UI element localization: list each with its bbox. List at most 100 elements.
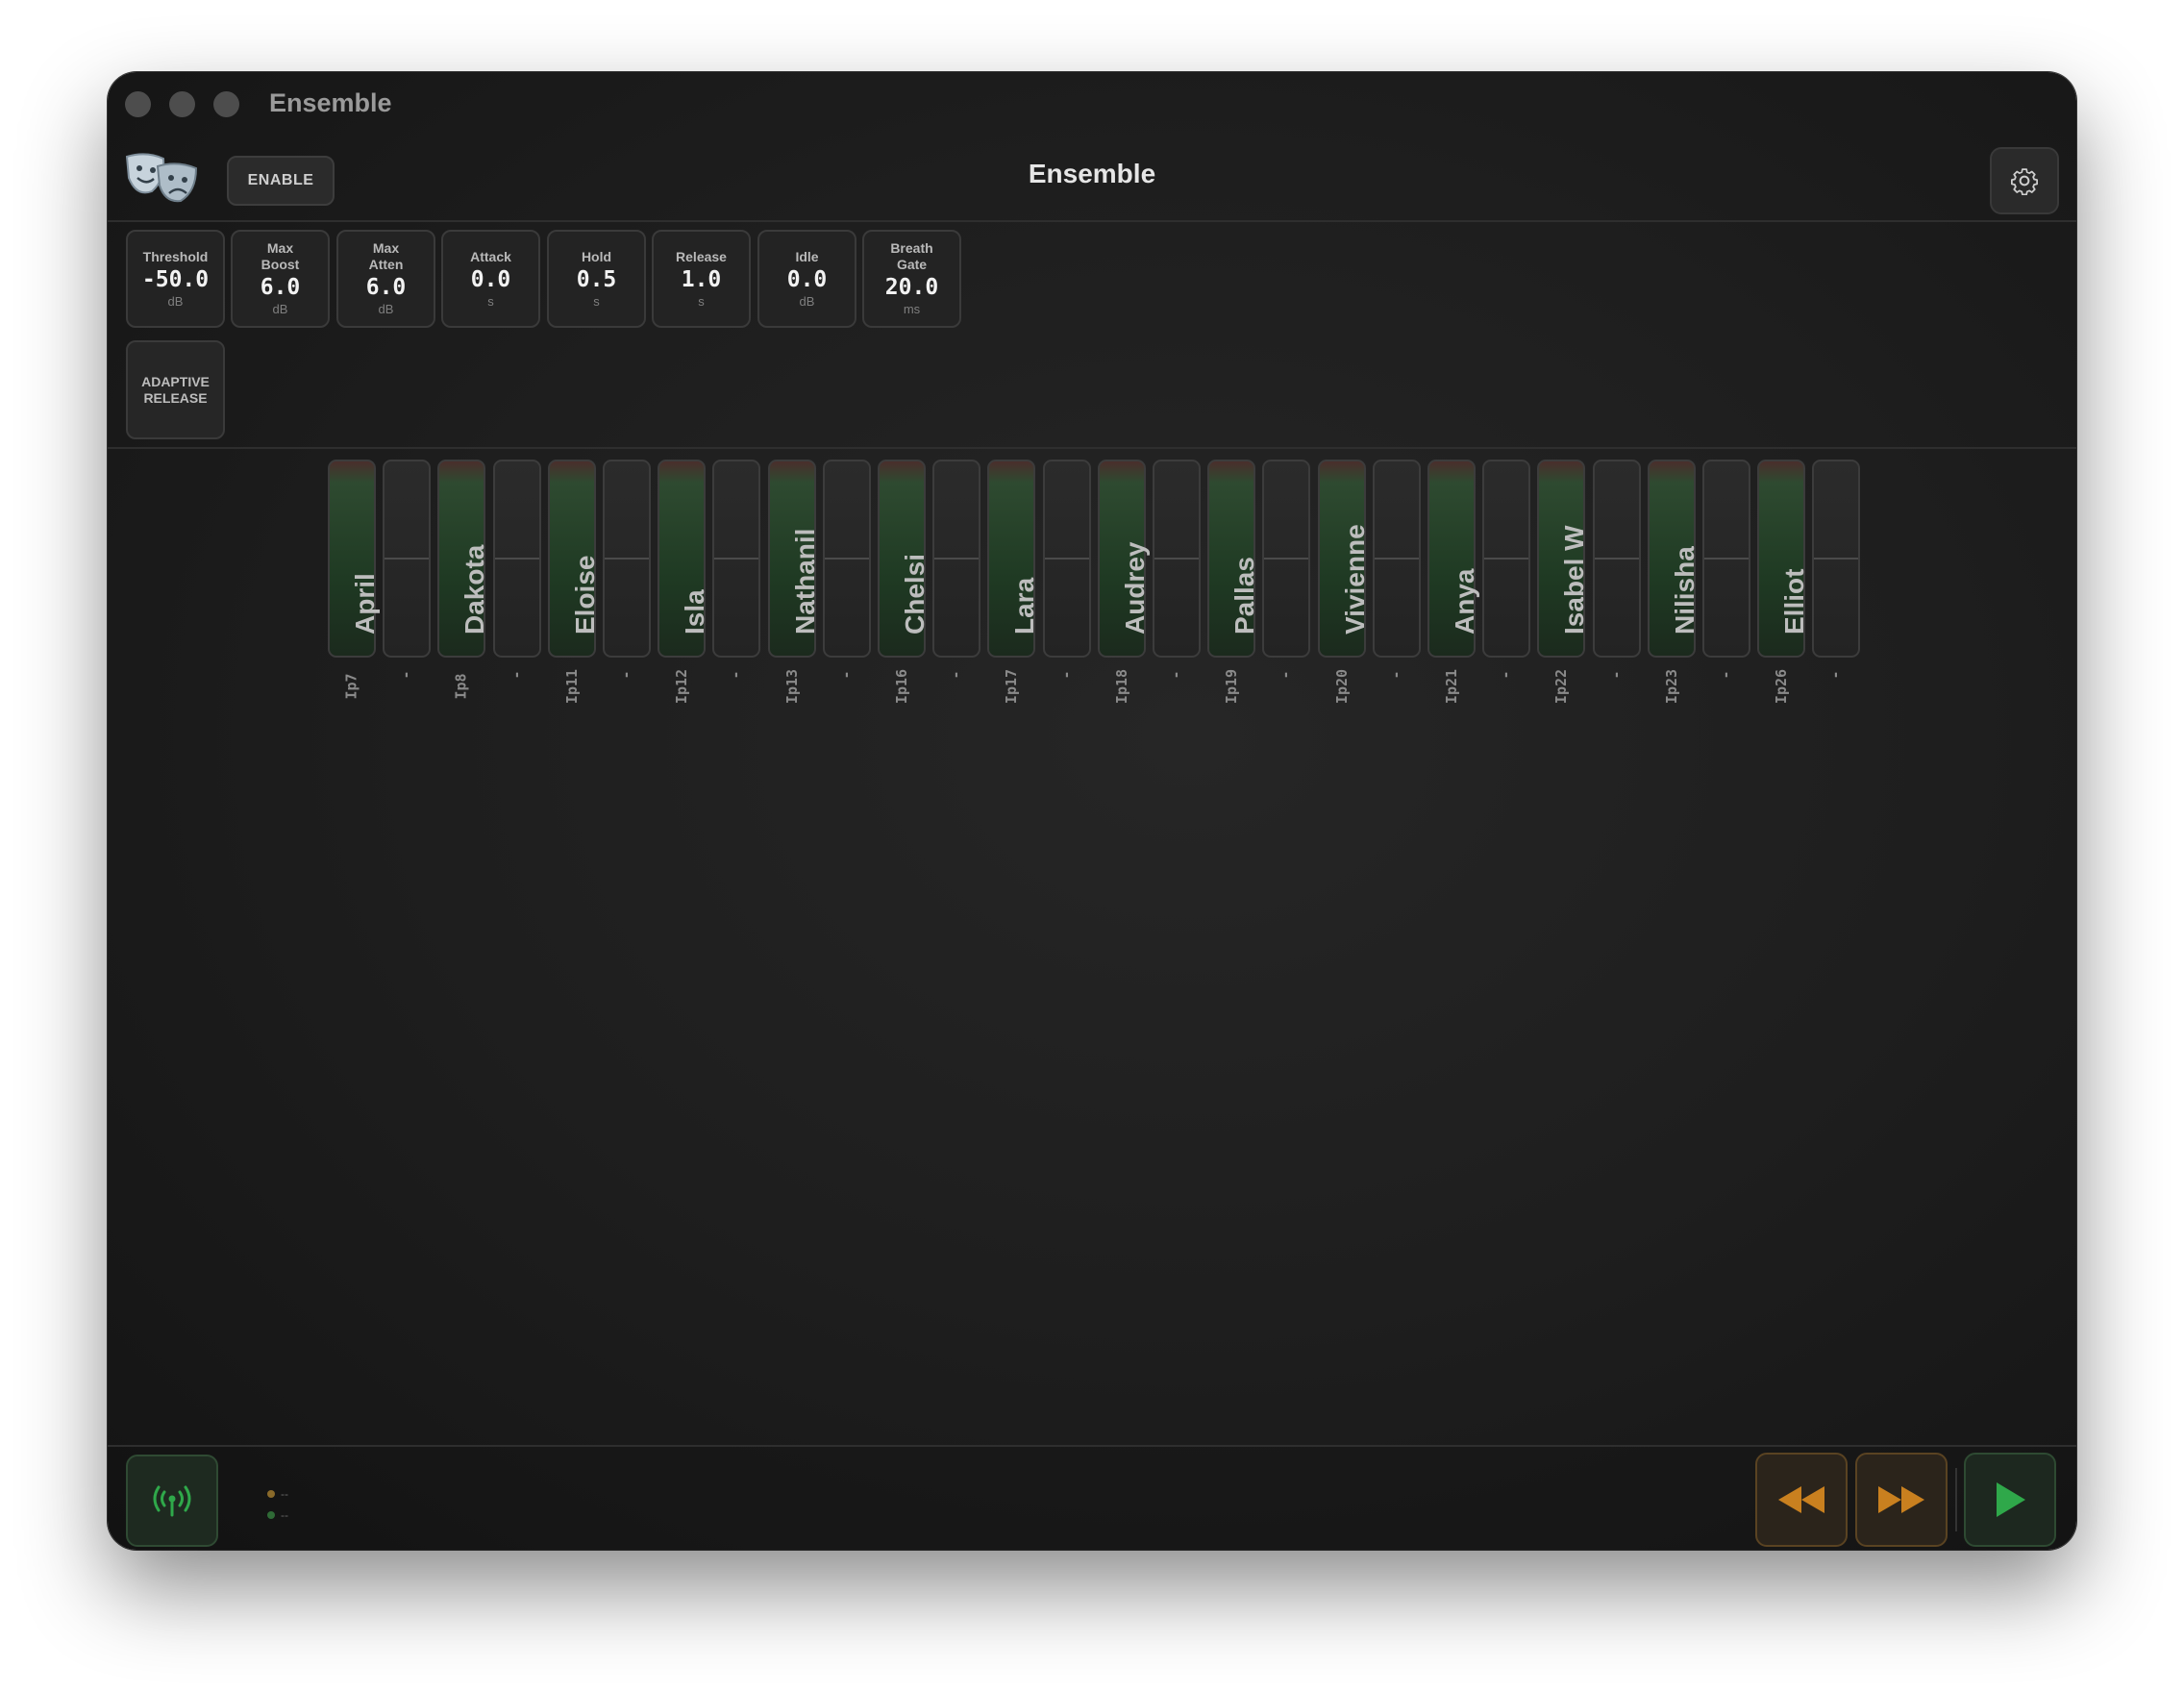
channel-strip[interactable]: Dakota xyxy=(437,460,489,658)
channel-strip-empty[interactable] xyxy=(712,460,760,658)
param-value: 1.0 xyxy=(681,266,722,292)
param-value: 20.0 xyxy=(884,275,939,300)
fast-forward-button[interactable] xyxy=(1855,1453,1948,1547)
zoom-window-button[interactable] xyxy=(213,91,239,117)
input-label-text: - xyxy=(398,670,415,680)
channel-strip-empty[interactable] xyxy=(1482,460,1530,658)
param-label: Attack xyxy=(470,248,511,264)
channel-strip-empty[interactable] xyxy=(1043,460,1091,658)
play-button[interactable] xyxy=(1964,1453,2056,1547)
channel-strip-empty[interactable] xyxy=(932,460,980,658)
channel-input-label: - xyxy=(603,666,651,684)
legend-text: -- xyxy=(281,1487,288,1501)
strip-center-line xyxy=(385,558,429,560)
input-label-text: - xyxy=(1608,670,1626,680)
param-threshold[interactable]: Threshold -50.0 dB xyxy=(126,230,225,328)
channel-name: Nilisha xyxy=(1670,546,1700,634)
param-idle[interactable]: Idle 0.0 dB xyxy=(757,230,856,328)
legend-row: -- xyxy=(267,1505,288,1526)
channel-name: April xyxy=(350,573,380,634)
channel-strip-empty[interactable] xyxy=(1812,460,1860,658)
settings-button[interactable] xyxy=(1990,147,2059,214)
param-label: Hold xyxy=(581,248,612,264)
channel-strip-empty[interactable] xyxy=(823,460,871,658)
param-unit: dB xyxy=(167,293,184,309)
channel-strip[interactable]: Pallas xyxy=(1207,460,1259,658)
channel-name: Eloise xyxy=(570,555,600,634)
adaptive-release-button[interactable]: ADAPTIVE RELEASE xyxy=(126,340,225,439)
strip-center-line xyxy=(1154,558,1199,560)
channel-strip[interactable]: Lara xyxy=(987,460,1039,658)
param-label: Threshold xyxy=(142,248,209,264)
param-max-boost[interactable]: Max Boost 6.0 dB xyxy=(231,230,330,328)
input-label-text: Ip26 xyxy=(1773,668,1790,705)
channel-input-label: Ip12 xyxy=(658,666,706,704)
channel-input-label: - xyxy=(1812,666,1860,684)
channel-strip-empty[interactable] xyxy=(1702,460,1750,658)
rewind-icon xyxy=(1778,1486,1824,1513)
channel-strip[interactable]: Chelsi xyxy=(878,460,930,658)
param-hold[interactable]: Hold 0.5 s xyxy=(547,230,646,328)
channel-strip-empty[interactable] xyxy=(493,460,541,658)
param-release[interactable]: Release 1.0 s xyxy=(652,230,751,328)
minimize-window-button[interactable] xyxy=(169,91,195,117)
channel-input-label: Ip26 xyxy=(1757,666,1805,704)
channel-input-label: Ip18 xyxy=(1098,666,1146,704)
param-unit: s xyxy=(593,293,600,309)
channel-strips: April Ip7 - Dakota Ip8 - Eloise Ip11 - Isla Ip12 - N… xyxy=(108,449,2076,704)
channel-strip[interactable]: Audrey xyxy=(1098,460,1150,658)
page-title: Ensemble xyxy=(1028,159,1156,188)
input-label-text: - xyxy=(948,670,965,680)
strip-center-line xyxy=(1045,558,1089,560)
param-attack[interactable]: Attack 0.0 s xyxy=(441,230,540,328)
strip-center-line xyxy=(1375,558,1419,560)
channel-input-label: Ip11 xyxy=(548,666,596,704)
channel-strip[interactable]: Nathanil xyxy=(768,460,820,658)
strip-center-line xyxy=(714,558,758,560)
channel-name: Nathanil xyxy=(790,528,820,634)
param-unit: s xyxy=(698,293,705,309)
close-window-button[interactable] xyxy=(125,91,151,117)
input-label-text: - xyxy=(1168,670,1185,680)
channel-strip[interactable]: Elliot xyxy=(1757,460,1809,658)
channel-input-label: - xyxy=(383,666,431,684)
channel-strip-empty[interactable] xyxy=(1593,460,1641,658)
channel-strip-empty[interactable] xyxy=(1373,460,1421,658)
channel-strip[interactable]: Vivienne xyxy=(1318,460,1370,658)
channel-name: Isla xyxy=(680,589,709,634)
channel-strip-empty[interactable] xyxy=(1262,460,1310,658)
channel-input-label: Ip17 xyxy=(987,666,1035,704)
param-label: Breath Gate xyxy=(890,240,933,272)
strip-center-line xyxy=(605,558,649,560)
channel-strip[interactable]: Isabel W xyxy=(1537,460,1589,658)
channel-strip[interactable]: Eloise xyxy=(548,460,600,658)
channel-input-label: - xyxy=(1482,666,1530,684)
input-label-text: Ip20 xyxy=(1333,668,1351,705)
channel-strip-empty[interactable] xyxy=(1153,460,1201,658)
channel-input-label: Ip21 xyxy=(1427,666,1476,704)
channel-input-label: Ip22 xyxy=(1537,666,1585,704)
channel-strip[interactable]: Anya xyxy=(1427,460,1479,658)
channel-strip[interactable]: Nilisha xyxy=(1648,460,1700,658)
channel-strip[interactable]: April xyxy=(328,460,380,658)
channel-name: Anya xyxy=(1450,568,1479,634)
channel-name: Audrey xyxy=(1120,541,1150,634)
channel-input-label: Ip13 xyxy=(768,666,816,704)
param-value: 0.0 xyxy=(786,266,828,292)
channel-strip-empty[interactable] xyxy=(383,460,431,658)
param-breath-gate[interactable]: Breath Gate 20.0 ms xyxy=(862,230,961,328)
param-max-atten[interactable]: Max Atten 6.0 dB xyxy=(336,230,435,328)
input-label-text: Ip13 xyxy=(783,668,801,705)
input-label-text: - xyxy=(728,670,745,680)
input-label-text: Ip21 xyxy=(1443,668,1460,705)
channel-strip[interactable]: Isla xyxy=(658,460,709,658)
rewind-button[interactable] xyxy=(1755,1453,1848,1547)
channel-strip-empty[interactable] xyxy=(603,460,651,658)
input-label-text: Ip19 xyxy=(1223,668,1240,705)
strip-center-line xyxy=(825,558,869,560)
channel-input-label: - xyxy=(932,666,980,684)
channel-input-label: Ip16 xyxy=(878,666,926,704)
channel-input-label: - xyxy=(1043,666,1091,684)
legend-text: -- xyxy=(281,1508,288,1522)
network-button[interactable] xyxy=(126,1455,218,1547)
